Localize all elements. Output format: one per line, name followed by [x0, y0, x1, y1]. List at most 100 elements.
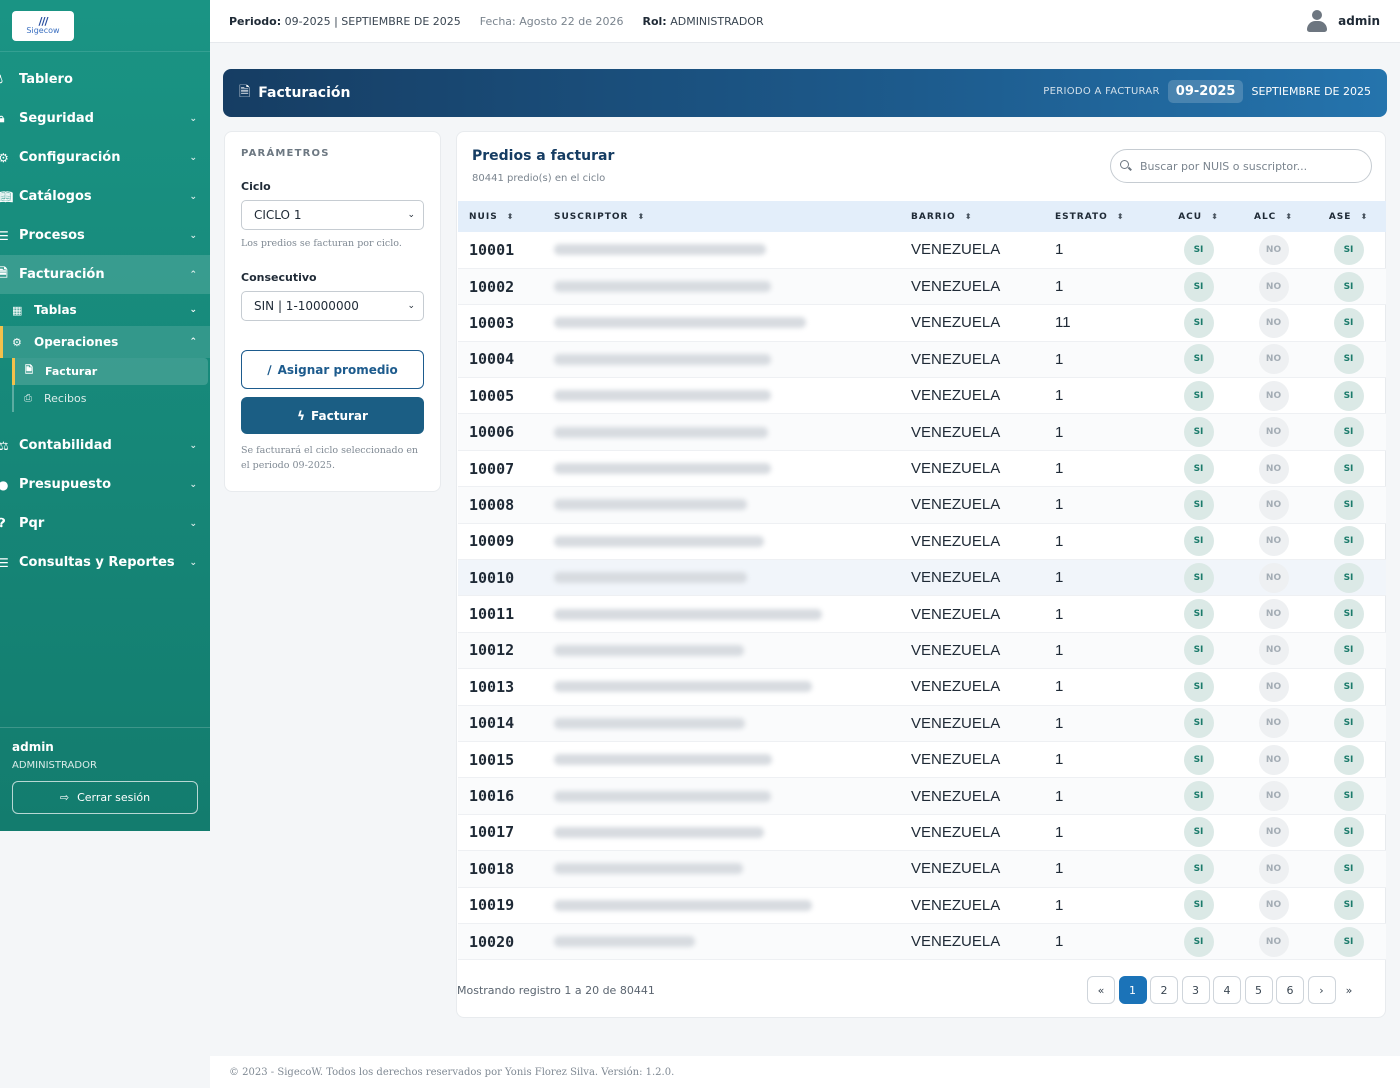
- column-header-acu[interactable]: ACU ⬍: [1161, 201, 1236, 232]
- column-header-ase[interactable]: ASE ⬍: [1311, 201, 1386, 232]
- assign-average-button[interactable]: ∕ Asignar promedio: [241, 350, 424, 389]
- table-row[interactable]: 10007 VENEZUELA 1 SI NO SI: [458, 450, 1386, 487]
- sidebar-subitem-facturar[interactable]: 🗎︎ Facturar: [12, 358, 208, 385]
- table-row[interactable]: 10004 VENEZUELA 1 SI NO SI: [458, 341, 1386, 378]
- sidebar-item-seguridad[interactable]: 🔒︎ Seguridad ⌄: [0, 99, 210, 138]
- sidebar-subitem-tablas[interactable]: ▦ Tablas ⌄: [0, 294, 210, 326]
- alc-status-badge: NO: [1258, 926, 1289, 957]
- nuis-cell: 10010: [469, 568, 515, 587]
- sidebar-item-label: Seguridad: [19, 111, 94, 126]
- table-row[interactable]: 10012 VENEZUELA 1 SI NO SI: [458, 632, 1386, 669]
- page-button-2[interactable]: 2: [1150, 976, 1178, 1004]
- subscriber-cell: [548, 414, 911, 450]
- sidebar-item-label: Consultas y Reportes: [19, 555, 175, 570]
- app-logo[interactable]: /// Sigecow: [12, 10, 74, 41]
- subscriber-cell: [548, 450, 911, 486]
- assign-average-label: Asignar promedio: [277, 362, 398, 377]
- neighborhood-cell: VENEZUELA: [911, 714, 1001, 732]
- page-next-button[interactable]: ›: [1307, 976, 1336, 1004]
- ase-cell: SI: [1311, 414, 1386, 450]
- nuis-cell: 10006: [469, 423, 515, 442]
- column-header-alc[interactable]: ALC ⬍: [1236, 201, 1311, 232]
- table-row[interactable]: 10010 VENEZUELA 1 SI NO SI: [458, 559, 1386, 596]
- alc-cell: NO: [1236, 632, 1311, 668]
- table-row[interactable]: 10002 VENEZUELA 1 SI NO SI: [458, 268, 1386, 305]
- sidebar-item-label: Contabilidad: [19, 438, 112, 453]
- sidebar-item-consultas[interactable]: ☰ Consultas y Reportes ⌄: [0, 543, 210, 582]
- stratum-cell: 1: [1055, 278, 1064, 296]
- redacted-subscriber-name: [554, 281, 771, 293]
- page-first-button[interactable]: «: [1087, 976, 1115, 1004]
- acu-status-badge: SI: [1183, 890, 1214, 921]
- sidebar-item-facturacion[interactable]: 🗎︎ Facturación ⌃: [0, 255, 210, 294]
- alc-status-badge: NO: [1258, 890, 1289, 921]
- bill-button[interactable]: ϟ Facturar: [241, 397, 424, 434]
- sidebar-subitem-label: Facturar: [45, 365, 98, 378]
- billing-period-month: SEPTIEMBRE DE 2025: [1251, 85, 1371, 98]
- sidebar-item-pqr[interactable]: ❓︎ Pqr ⌄: [0, 504, 210, 543]
- alc-cell: NO: [1236, 487, 1311, 523]
- table-row[interactable]: 10015 VENEZUELA 1 SI NO SI: [458, 741, 1386, 778]
- sort-icon: ⬍: [1285, 211, 1293, 221]
- logout-button[interactable]: ⇨ Cerrar sesión: [12, 781, 198, 814]
- table-row[interactable]: 10013 VENEZUELA 1 SI NO SI: [458, 669, 1386, 706]
- user-menu[interactable]: admin: [1306, 9, 1380, 33]
- nuis-cell: 10017: [469, 823, 515, 842]
- nuis-cell: 10004: [469, 350, 515, 369]
- alc-status-badge: NO: [1258, 526, 1289, 557]
- table-row[interactable]: 10018 VENEZUELA 1 SI NO SI: [458, 850, 1386, 888]
- sequence-select[interactable]: SIN | 1-10000000 ⌄: [241, 291, 424, 321]
- sidebar-item-procesos[interactable]: ☰ Procesos ⌄: [0, 216, 210, 255]
- sidebar-item-catalogos[interactable]: 📖︎ Catálogos ⌄: [0, 177, 210, 216]
- stratum-cell: 1: [1055, 241, 1064, 259]
- neighborhood-cell: VENEZUELA: [911, 787, 1001, 805]
- page-button-1[interactable]: 1: [1118, 976, 1147, 1004]
- table-row[interactable]: 10008 VENEZUELA 1 SI NO SI: [458, 486, 1386, 524]
- sidebar-item-tablero[interactable]: 💧︎ Tablero: [0, 60, 210, 99]
- search-input[interactable]: Buscar por NUIS o suscriptor...: [1110, 149, 1372, 183]
- sidebar-item-presupuesto[interactable]: ● Presupuesto ⌄: [0, 465, 210, 504]
- sidebar-item-contabilidad[interactable]: ⚖︎ Contabilidad ⌄: [0, 426, 210, 465]
- table-row[interactable]: 10009 VENEZUELA 1 SI NO SI: [458, 523, 1386, 560]
- table-row[interactable]: 10001 VENEZUELA 1 SI NO SI: [458, 232, 1386, 269]
- table-row[interactable]: 10017 VENEZUELA 1 SI NO SI: [458, 814, 1386, 851]
- table-row[interactable]: 10019 VENEZUELA 1 SI NO SI: [458, 887, 1386, 924]
- sidebar-subitem-recibos[interactable]: ⎙ Recibos: [14, 385, 210, 412]
- acu-cell: SI: [1161, 523, 1236, 559]
- cycle-select[interactable]: CICLO 1 ⌄: [241, 200, 424, 230]
- sidebar-item-configuracion[interactable]: ⚙︎ Configuración ⌄: [0, 138, 210, 177]
- column-header-suscriptor[interactable]: SUSCRIPTOR ⬍: [548, 201, 911, 232]
- subscriber-cell: [548, 305, 911, 341]
- table-row[interactable]: 10016 VENEZUELA 1 SI NO SI: [458, 777, 1386, 815]
- page-header: 🗎︎ Facturación PERIODO A FACTURAR 09-202…: [223, 69, 1387, 117]
- sort-icon: ⬍: [1211, 211, 1219, 221]
- sidebar-subitem-operaciones[interactable]: ⚙︎ Operaciones ⌃: [0, 326, 210, 358]
- page-button-4[interactable]: 4: [1213, 976, 1241, 1004]
- table-row[interactable]: 10020 VENEZUELA 1 SI NO SI: [458, 923, 1386, 960]
- subscriber-cell: [548, 341, 911, 377]
- page-button-6[interactable]: 6: [1276, 976, 1304, 1004]
- ase-status-badge: SI: [1333, 817, 1364, 848]
- page-last-button[interactable]: »: [1339, 976, 1359, 1004]
- stratum-cell: 1: [1055, 751, 1064, 769]
- table-row[interactable]: 10006 VENEZUELA 1 SI NO SI: [458, 413, 1386, 451]
- acu-cell: SI: [1161, 851, 1236, 887]
- acu-cell: SI: [1161, 669, 1236, 705]
- alc-cell: NO: [1236, 378, 1311, 414]
- page-button-3[interactable]: 3: [1181, 976, 1210, 1004]
- nuis-cell: 10011: [469, 605, 515, 624]
- table-row[interactable]: 10014 VENEZUELA 1 SI NO SI: [458, 705, 1386, 742]
- ase-status-badge: SI: [1333, 926, 1364, 957]
- report-icon: ☰: [0, 555, 9, 570]
- column-header-estrato[interactable]: ESTRATO ⬍: [1055, 201, 1161, 232]
- column-header-nuis[interactable]: NUIS ⬍: [458, 201, 548, 232]
- table-row[interactable]: 10003 VENEZUELA 11 SI NO SI: [458, 305, 1386, 342]
- table-row[interactable]: 10005 VENEZUELA 1 SI NO SI: [458, 378, 1386, 414]
- page-button-5[interactable]: 5: [1244, 976, 1273, 1004]
- ase-cell: SI: [1311, 705, 1386, 741]
- column-header-barrio[interactable]: BARRIO ⬍: [911, 201, 1055, 232]
- acu-status-badge: SI: [1183, 635, 1214, 666]
- alc-status-badge: NO: [1258, 635, 1289, 666]
- chevron-down-icon: ⌄: [189, 440, 197, 451]
- table-row[interactable]: 10011 VENEZUELA 1 SI NO SI: [458, 596, 1386, 633]
